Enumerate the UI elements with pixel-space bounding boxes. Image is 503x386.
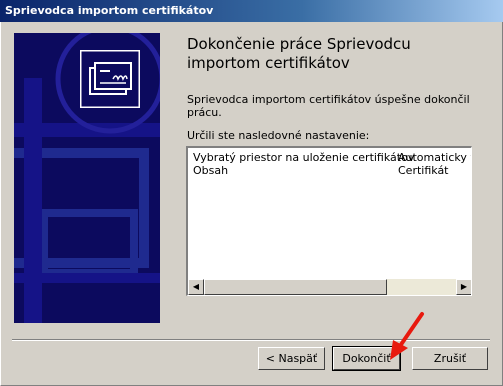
- certificate-icon: [80, 50, 140, 108]
- settings-listbox[interactable]: Vybratý priestor na uloženie certifikáto…: [186, 146, 472, 296]
- setting-value: Certifikát: [398, 164, 449, 177]
- wizard-banner: [14, 33, 160, 323]
- scroll-right-icon[interactable]: ▶: [456, 279, 471, 295]
- setting-value: Automaticky vy: [398, 151, 471, 164]
- settings-label: Určili ste nasledovné nastavenie:: [187, 129, 370, 142]
- red-arrow-annotation: [390, 312, 424, 360]
- title-bar: Sprievodca importom certifikátov: [0, 0, 503, 22]
- page-title-line1: Dokončenie práce Sprievodcu: [187, 35, 411, 53]
- scroll-left-icon[interactable]: ◀: [188, 279, 204, 295]
- setting-name: Vybratý priestor na uloženie certifikáto…: [193, 151, 415, 164]
- setting-name: Obsah: [193, 164, 229, 177]
- back-button[interactable]: < Naspäť: [258, 347, 325, 370]
- page-title: Dokončenie práce Sprievodcu importom cer…: [187, 35, 487, 73]
- page-title-line2: importom certifikátov: [187, 54, 350, 72]
- window-title: Sprievodca importom certifikátov: [5, 4, 214, 17]
- scroll-thumb[interactable]: [204, 279, 387, 295]
- success-message: Sprievodca importom certifikátov úspešne…: [187, 93, 470, 119]
- horizontal-scrollbar[interactable]: ◀ ▶: [188, 279, 471, 295]
